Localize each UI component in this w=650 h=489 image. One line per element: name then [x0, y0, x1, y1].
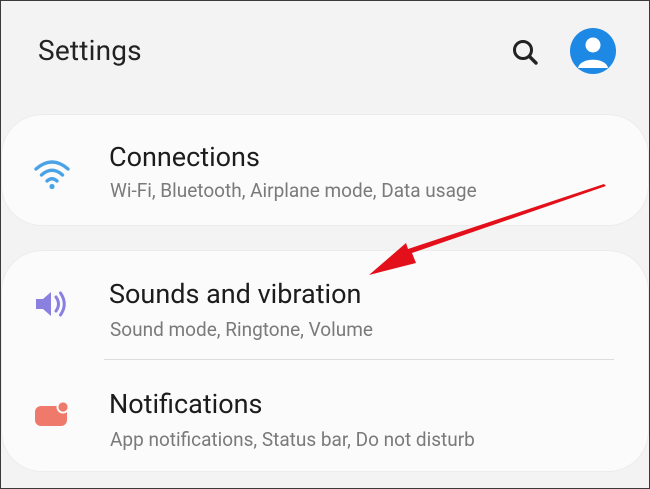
search-button[interactable]	[505, 32, 545, 72]
connections-card: Connections Wi-Fi, Bluetooth, Airplane m…	[2, 115, 648, 225]
account-avatar-button[interactable]	[570, 28, 616, 74]
settings-item-notifications[interactable]: Notifications App notifications, Status …	[2, 366, 648, 466]
header: Settings	[0, 0, 650, 110]
account-icon	[578, 37, 608, 68]
page-title: Settings	[38, 34, 142, 67]
search-icon	[513, 40, 538, 65]
item-subtitle: Sound mode, Ringtone, Volume	[110, 318, 373, 341]
item-title: Notifications	[109, 388, 263, 420]
settings-item-connections[interactable]: Connections Wi-Fi, Bluetooth, Airplane m…	[2, 123, 648, 223]
item-title: Connections	[109, 141, 260, 173]
item-title: Sounds and vibration	[109, 278, 362, 310]
sounds-notifications-card: Sounds and vibration Sound mode, Rington…	[2, 251, 648, 471]
item-subtitle: Wi-Fi, Bluetooth, Airplane mode, Data us…	[110, 179, 477, 202]
item-subtitle: App notifications, Status bar, Do not di…	[110, 428, 475, 451]
settings-item-sounds-and-vibration[interactable]: Sounds and vibration Sound mode, Rington…	[2, 256, 648, 356]
divider	[104, 359, 614, 360]
wifi-icon	[32, 155, 72, 195]
notification-icon	[32, 394, 72, 434]
volume-icon	[32, 284, 72, 324]
